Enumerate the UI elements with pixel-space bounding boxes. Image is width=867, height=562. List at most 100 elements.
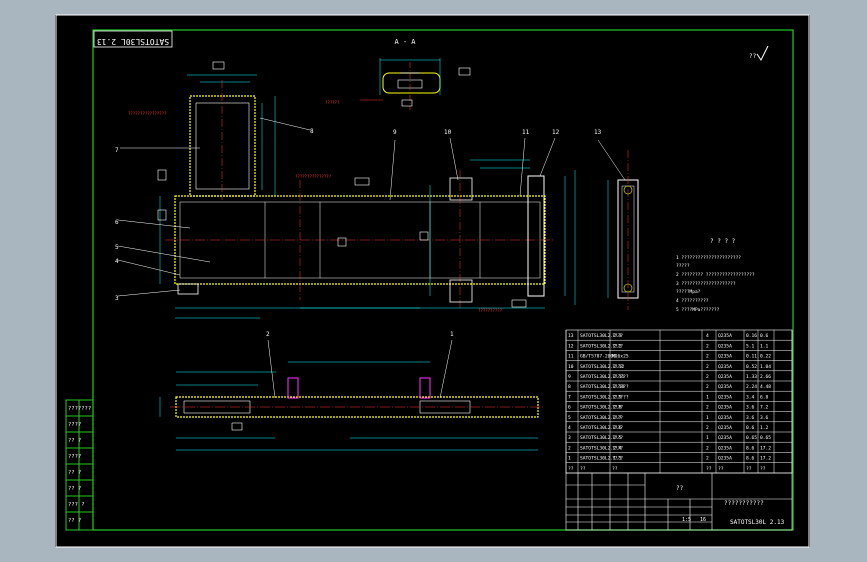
bom-cell: Q235A: [718, 445, 732, 451]
part-ref: 3: [115, 295, 119, 302]
note-line: 3 ????????????????????: [676, 281, 736, 287]
bom-cell: 8: [568, 384, 571, 390]
bom-cell: 12: [568, 343, 574, 349]
bom-cell: 2: [568, 445, 571, 451]
bom-cell: 1.2: [760, 425, 769, 431]
code-stamp-text: SATOTSL30L 2.13: [97, 37, 169, 46]
scale-value: 1:5: [682, 517, 691, 523]
bom-cell: 9: [568, 374, 571, 380]
bom-cell: 2.24: [746, 384, 757, 390]
bom-cell: 2: [706, 354, 709, 360]
bom-cell: 5: [568, 415, 571, 421]
part-ref: 2: [266, 331, 270, 338]
bom-cell: 3.6: [760, 415, 769, 421]
bom-cell: 4.48: [760, 384, 771, 390]
part-ref: 4: [115, 258, 119, 265]
bom-cell: 11: [568, 354, 574, 360]
bom-cell: 2: [706, 374, 709, 380]
bom-cell: 2: [706, 425, 709, 431]
weld-annotation: ??????????: [478, 308, 503, 313]
bom-cell: ????: [612, 435, 623, 441]
bom-header-cell: ??: [580, 466, 586, 472]
note-line: 1 ??????????????????????: [676, 255, 741, 261]
revision-label: ?? ?: [68, 470, 81, 476]
bom-cell: 2: [706, 343, 709, 349]
bom-header-cell: ??: [568, 466, 574, 472]
bom-cell: ????: [612, 343, 623, 349]
bom-cell: 13: [568, 333, 574, 339]
bom-cell: 1.04: [760, 364, 771, 370]
bom-cell: 0.65: [760, 435, 771, 441]
bom-cell: ??????: [612, 394, 629, 400]
bom-header-cell: ??: [718, 466, 724, 472]
bom-cell: 4: [706, 333, 709, 339]
bom-cell: ????: [612, 333, 623, 339]
bom-cell: 2: [706, 445, 709, 451]
bom-cell: 0.65: [746, 435, 757, 441]
bom-cell: 2.66: [760, 374, 771, 380]
bom-cell: ??????: [612, 374, 629, 380]
bom-cell: 6: [568, 405, 571, 411]
bom-cell: 1: [568, 456, 571, 462]
bom-header-cell: ??: [612, 466, 618, 472]
bom-cell: Q235A: [718, 354, 732, 360]
bom-cell: 3: [568, 435, 571, 441]
bom-cell: ??????: [612, 384, 629, 390]
bom-cell: 0.22: [760, 354, 771, 360]
bom-cell: 1: [706, 435, 709, 441]
bom-header-cell: ??: [706, 466, 712, 472]
bom-cell: M16x25: [612, 354, 629, 360]
note-line: 2 ???????? ??????????????????: [676, 272, 755, 278]
bom-cell: 10: [568, 364, 574, 370]
roughness-mark: ??: [749, 53, 757, 60]
bom-cell: 7: [568, 394, 571, 400]
revision-label: ?? ?: [68, 518, 81, 524]
bom-cell: 2: [706, 384, 709, 390]
bom-cell: 8.6: [746, 456, 755, 462]
bom-cell: Q235A: [718, 374, 732, 380]
bom-cell: 4: [568, 425, 571, 431]
bom-cell: ????: [612, 445, 623, 451]
note-line: 4 ??????????: [676, 298, 709, 304]
bom-cell: 2: [706, 456, 709, 462]
bom-cell: Q235A: [718, 415, 732, 421]
bom-cell: 0.16: [746, 333, 757, 339]
bom-cell: GB/T5787-2000: [580, 354, 616, 360]
note-line: ?????Mpa?: [676, 289, 701, 295]
revision-label: ??? ?: [68, 502, 85, 508]
bom-cell: 6.8: [760, 394, 769, 400]
bom-cell: Q235A: [718, 343, 732, 349]
bom-cell: 17.2: [760, 445, 771, 451]
section-aa-label: A - A: [394, 38, 416, 46]
weld-annotation: ??????: [325, 100, 340, 105]
part-ref: 1: [450, 331, 454, 338]
bom-cell: 2: [706, 364, 709, 370]
bom-cell: 17.2: [760, 456, 771, 462]
notes-title: ? ? ? ?: [710, 238, 736, 245]
bom-cell: Q235A: [718, 364, 732, 370]
bom-cell: 0.11: [746, 354, 757, 360]
bom-cell: Q235A: [718, 405, 732, 411]
note-line: ?????: [676, 263, 690, 269]
bom-cell: 1.33: [746, 374, 757, 380]
drawing-sheet: [55, 15, 810, 547]
bom-cell: 1: [706, 415, 709, 421]
revision-label: ???????: [68, 406, 91, 412]
bom-cell: Q235A: [718, 394, 732, 400]
part-ref: 5: [115, 244, 119, 251]
cad-drawing-canvas: ??????? ???? ?? ? ???? ?? ? ?? ? ??? ? ?…: [0, 0, 867, 562]
bom-cell: 7.2: [760, 405, 769, 411]
bom-cell: 3.6: [746, 405, 755, 411]
revision-label: ?? ?: [68, 438, 81, 444]
bom-cell: 5.1: [746, 343, 755, 349]
bom-header-cell: ??: [746, 466, 752, 472]
bom-cell: 3.4: [746, 394, 755, 400]
bom-cell: 0.6: [746, 425, 755, 431]
note-line: 5 ????MPa???????: [676, 307, 720, 313]
bom-cell: Q235A: [718, 435, 732, 441]
revision-label: ????: [68, 422, 81, 428]
weld-annotation: ???????????????: [295, 174, 332, 179]
drawing-number: SATOTSL30L 2.13: [730, 519, 785, 526]
part-ref: 6: [115, 219, 119, 226]
bom-cell: 1: [706, 394, 709, 400]
